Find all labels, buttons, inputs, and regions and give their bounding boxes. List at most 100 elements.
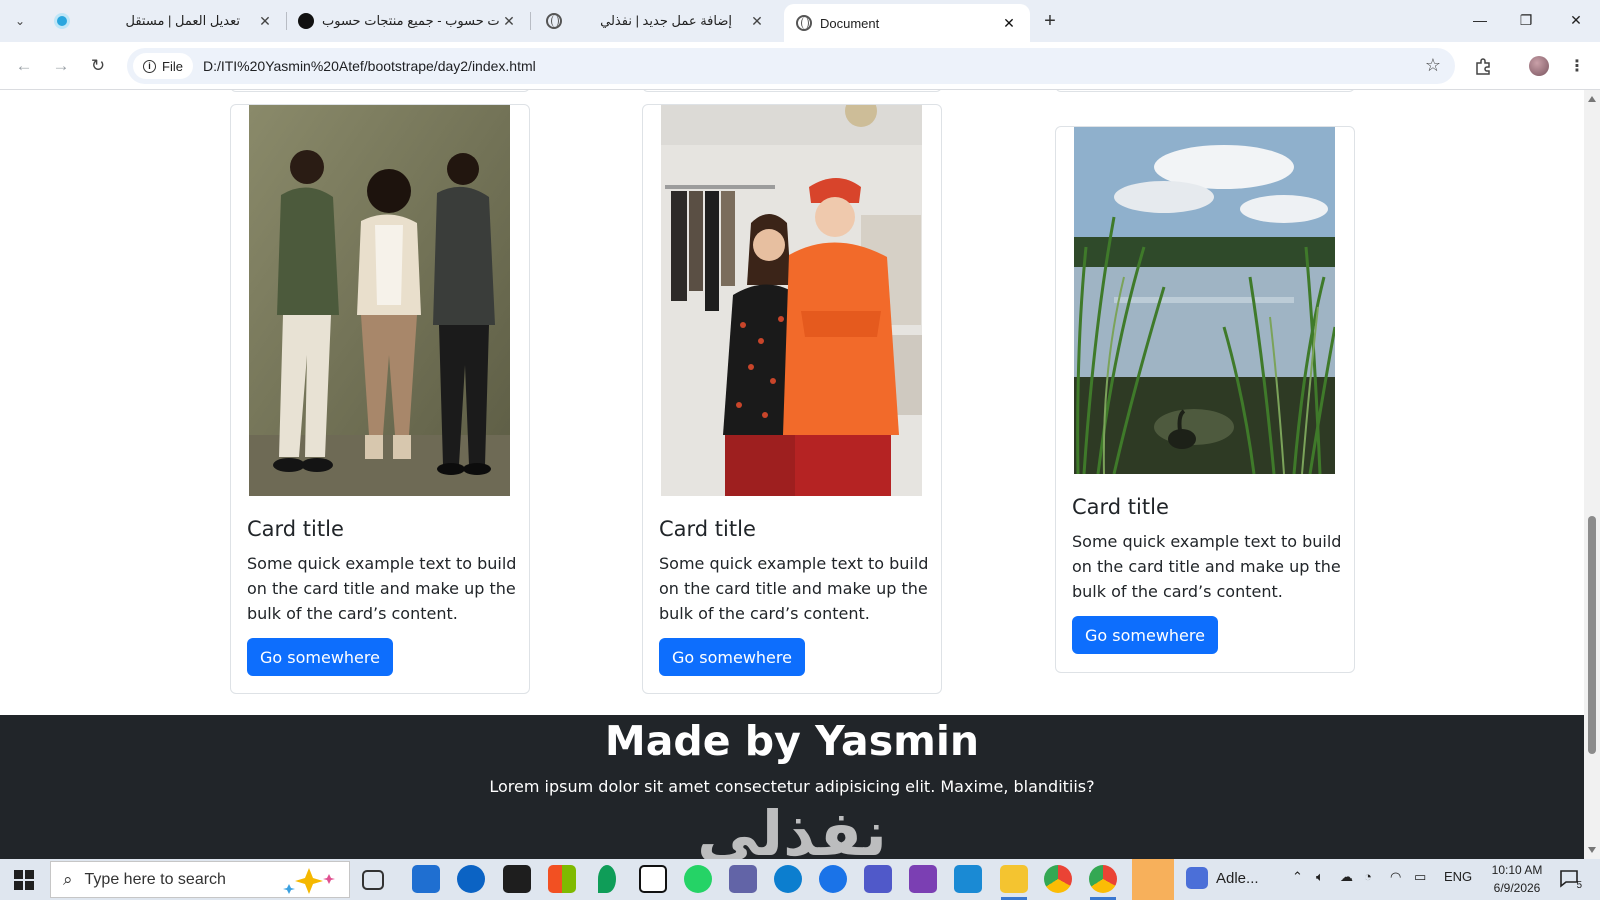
close-tab-icon[interactable]: ✕ <box>1000 14 1018 32</box>
teams-icon[interactable] <box>729 865 757 893</box>
search-placeholder: Type here to search <box>84 870 226 888</box>
tab-nafezly[interactable]: إضافة عمل جديد | نفذلي ✕ <box>536 4 776 38</box>
windows-taskbar: ⌕ Type here to search Adle... ⌃ 🔈︎ ☁︎ ◔ … <box>0 859 1600 900</box>
wifi-icon[interactable]: ◠ <box>1390 869 1401 885</box>
tab-hsoub[interactable]: حسابات حسوب - جميع منتجات حسوب ✕ <box>288 4 528 38</box>
go-somewhere-button[interactable]: Go somewhere <box>659 638 805 676</box>
battery-icon[interactable]: ▭ <box>1414 869 1426 885</box>
mongodb-icon[interactable] <box>598 865 616 893</box>
browser-menu-icon[interactable]: ⋮ <box>1565 54 1589 78</box>
notification-center-icon[interactable]: 5 <box>1558 867 1582 891</box>
footer-heading: Made by Yasmin <box>604 717 980 765</box>
visual-studio-icon[interactable] <box>909 865 937 893</box>
reload-button[interactable]: ↻ <box>84 52 112 80</box>
nafezly-watermark: نفذلي <box>697 797 887 859</box>
edge-dev-icon[interactable] <box>819 865 847 893</box>
notification-count: 5 <box>1576 880 1582 891</box>
outlook-icon[interactable] <box>457 865 485 893</box>
photos-icon[interactable] <box>1132 859 1174 900</box>
taskbar-search-box[interactable]: ⌕ Type here to search <box>50 861 350 898</box>
running-app-label: Adle... <box>1216 869 1259 887</box>
card-2: Card title Some quick example text to bu… <box>642 104 942 694</box>
page-viewport: Card title Some quick example text to bu… <box>0 90 1584 859</box>
search-icon: ⌕ <box>63 869 73 889</box>
forward-button[interactable]: → <box>47 52 75 80</box>
file-explorer-icon[interactable] <box>1000 865 1028 893</box>
copilot-sparkle-icon <box>283 868 335 894</box>
update-icon[interactable]: ◔ <box>1364 869 1372 884</box>
task-view-icon[interactable] <box>362 870 384 890</box>
close-tab-icon[interactable]: ✕ <box>748 12 766 30</box>
site-info-label: File <box>162 58 183 74</box>
language-indicator[interactable]: ENG <box>1444 869 1472 884</box>
new-tab-button[interactable]: + <box>1038 9 1062 33</box>
close-tab-icon[interactable]: ✕ <box>500 12 518 30</box>
back-button[interactable]: ← <box>10 52 38 80</box>
browser-toolbar: ← → ↻ i File D:/ITI%20Yasmin%20Atef/boot… <box>0 42 1600 90</box>
tab-title: إضافة عمل جديد | نفذلي <box>600 13 732 28</box>
tab-strip: ⌄ تعديل العمل | مستقل ✕ حسابات حسوب - جم… <box>0 0 1600 42</box>
tab-title: تعديل العمل | مستقل <box>125 13 241 28</box>
tab-mostaql[interactable]: تعديل العمل | مستقل ✕ <box>44 4 284 38</box>
restore-button[interactable]: ❐ <box>1506 6 1546 34</box>
close-window-button[interactable]: ✕ <box>1556 6 1596 34</box>
previous-card-edge <box>642 90 942 92</box>
card-image-couple <box>661 105 922 496</box>
card-title: Card title <box>659 517 756 541</box>
hsoub-favicon-icon <box>298 13 314 29</box>
scroll-thumb[interactable] <box>1588 516 1596 754</box>
card-text: Some quick example text to build on the … <box>659 554 929 623</box>
tab-title: حسابات حسوب - جميع منتجات حسوب <box>322 13 500 28</box>
clock[interactable]: 10:10 AM 6/9/2026 <box>1484 861 1550 897</box>
url-text[interactable]: D:/ITI%20Yasmin%20Atef/bootstrape/day2/i… <box>203 58 536 74</box>
card-title: Card title <box>1072 495 1169 519</box>
bookmark-star-icon[interactable]: ☆ <box>1425 55 1441 76</box>
globe-icon <box>796 15 812 31</box>
profile-avatar[interactable] <box>1527 54 1551 78</box>
teams-classic-icon[interactable] <box>864 865 892 893</box>
page-footer: Made by Yasmin Lorem ipsum dolor sit ame… <box>0 715 1584 859</box>
site-info-chip[interactable]: i File <box>133 53 193 79</box>
microsoft-store-icon[interactable] <box>412 865 440 893</box>
clock-time: 10:10 AM <box>1491 863 1543 877</box>
info-icon: i <box>143 59 156 73</box>
windows-start-icon[interactable] <box>14 870 34 890</box>
card-image-lake <box>1074 127 1335 474</box>
globe-icon <box>546 13 562 29</box>
chrome-icon[interactable] <box>1044 865 1072 893</box>
microsoft-365-icon[interactable] <box>548 865 576 893</box>
cloud-offline-icon[interactable]: ☁︎ <box>1340 869 1353 885</box>
figma-icon[interactable] <box>503 865 531 893</box>
vscode-icon[interactable] <box>954 865 982 893</box>
speaker-icon[interactable]: 🔈︎ <box>1316 869 1324 885</box>
running-app-meeting[interactable]: Adle... <box>1186 867 1259 889</box>
go-somewhere-button[interactable]: Go somewhere <box>247 638 393 676</box>
close-tab-icon[interactable]: ✕ <box>256 12 274 30</box>
go-somewhere-button[interactable]: Go somewhere <box>1072 616 1218 654</box>
tab-title: Document <box>820 15 880 31</box>
show-hidden-icons-icon[interactable]: ⌃ <box>1292 869 1303 885</box>
edge-icon[interactable] <box>774 865 802 893</box>
tab-divider <box>286 12 287 30</box>
mostaql-favicon-icon <box>54 13 70 29</box>
tab-divider <box>530 12 531 30</box>
minimize-button[interactable]: — <box>1460 6 1500 34</box>
notion-icon[interactable] <box>639 865 667 893</box>
clock-date: 6/9/2026 <box>1493 881 1541 895</box>
whatsapp-icon[interactable] <box>684 865 712 893</box>
address-bar[interactable]: i File D:/ITI%20Yasmin%20Atef/bootstrape… <box>127 48 1455 84</box>
page-scrollbar[interactable] <box>1584 90 1600 859</box>
chrome-active-icon[interactable] <box>1089 865 1117 893</box>
card-title: Card title <box>247 517 344 541</box>
extensions-icon[interactable] <box>1471 54 1495 78</box>
previous-card-edge <box>1055 90 1355 92</box>
scroll-up-arrow-icon[interactable] <box>1588 96 1596 102</box>
card-image-three-men <box>249 105 510 496</box>
tab-search-dropdown-icon[interactable]: ⌄ <box>8 9 32 33</box>
scroll-down-arrow-icon[interactable] <box>1588 847 1596 853</box>
video-camera-icon <box>1186 867 1208 889</box>
tab-document[interactable]: Document ✕ <box>784 4 1030 42</box>
card-text: Some quick example text to build on the … <box>1072 532 1342 601</box>
card-text: Some quick example text to build on the … <box>247 554 517 623</box>
card-1: Card title Some quick example text to bu… <box>230 104 530 694</box>
